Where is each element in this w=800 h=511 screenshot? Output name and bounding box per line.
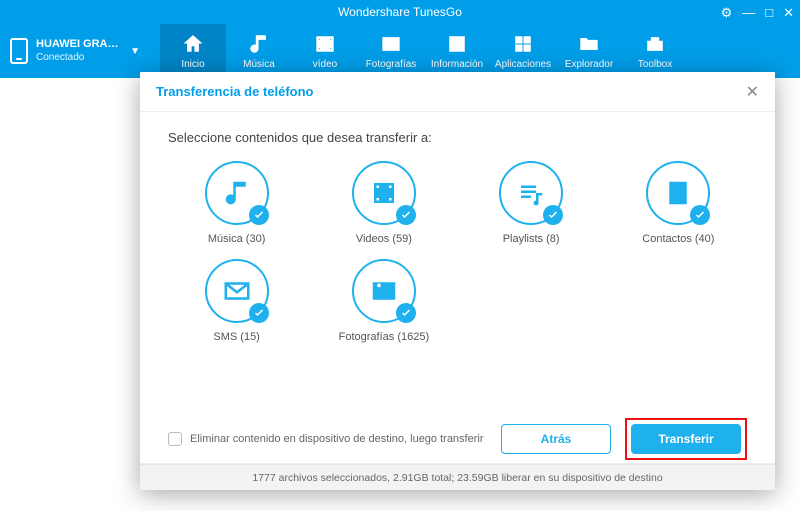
transfer-button[interactable]: Transferir: [631, 424, 741, 454]
dialog-close-icon[interactable]: ✕: [746, 82, 759, 102]
contacts-icon: [446, 33, 468, 55]
tab-label: Información: [431, 59, 483, 70]
tab-label: Aplicaciones: [495, 59, 551, 70]
tab-apps[interactable]: Aplicaciones: [490, 24, 556, 78]
toolbox-icon: [644, 33, 666, 55]
category-playlists[interactable]: Playlists (8): [463, 161, 600, 245]
checkmark-icon: [249, 303, 269, 323]
contacts-circle: [646, 161, 710, 225]
tab-label: Explorador: [565, 59, 613, 70]
category-label: Música (30): [208, 233, 265, 245]
category-sms[interactable]: SMS (15): [168, 259, 305, 343]
category-label: Fotografías (1625): [339, 331, 430, 343]
home-icon: [182, 33, 204, 55]
transfer-highlight: Transferir: [625, 418, 747, 460]
category-label: SMS (15): [213, 331, 259, 343]
dialog-status-bar: 1777 archivos seleccionados, 2.91GB tota…: [140, 464, 775, 490]
film-icon: [369, 178, 399, 208]
category-label: Contactos (40): [642, 233, 714, 245]
window-controls: ⚙ ― □ ✕: [721, 0, 794, 24]
top-bar: HUAWEI GRA-T... Conectado ▼ Inicio Músic…: [0, 24, 800, 78]
dialog-header: Transferencia de teléfono ✕: [140, 72, 775, 112]
video-icon: [314, 33, 336, 55]
tab-toolbox[interactable]: Toolbox: [622, 24, 688, 78]
dialog-title: Transferencia de teléfono: [156, 84, 314, 99]
music-circle: [205, 161, 269, 225]
chevron-down-icon: ▼: [130, 46, 140, 57]
envelope-icon: [222, 276, 252, 306]
folder-icon: [578, 33, 600, 55]
tab-label: Fotografías: [366, 59, 417, 70]
contact-book-icon: [663, 178, 693, 208]
dialog-footer: Eliminar contenido en dispositivo de des…: [140, 414, 775, 464]
minimize-icon[interactable]: ―: [742, 6, 755, 19]
tab-label: vídeo: [313, 59, 337, 70]
videos-circle: [352, 161, 416, 225]
checkbox-icon: [168, 432, 182, 446]
tab-label: Inicio: [181, 59, 204, 70]
tab-home[interactable]: Inicio: [160, 24, 226, 78]
close-icon[interactable]: ✕: [783, 6, 794, 19]
category-label: Playlists (8): [503, 233, 560, 245]
title-bar: Wondershare TunesGo ⚙ ― □ ✕: [0, 0, 800, 24]
back-button[interactable]: Atrás: [501, 424, 611, 454]
checkmark-icon: [396, 205, 416, 225]
category-label: Videos (59): [356, 233, 412, 245]
phone-transfer-dialog: Transferencia de teléfono ✕ Seleccione c…: [140, 72, 775, 490]
dialog-body: Seleccione contenidos que desea transfer…: [140, 112, 775, 414]
nav-tabs: Inicio Música vídeo Fotografías Informac…: [150, 24, 688, 78]
status-text: 1777 archivos seleccionados, 2.91GB tota…: [252, 472, 662, 484]
tab-photos[interactable]: Fotografías: [358, 24, 424, 78]
tab-label: Toolbox: [638, 59, 672, 70]
device-selector[interactable]: HUAWEI GRA-T... Conectado ▼: [0, 24, 150, 78]
music-icon: [248, 33, 270, 55]
category-grid: Música (30) Videos (59) Playlists (8): [168, 161, 747, 343]
dialog-instruction: Seleccione contenidos que desea transfer…: [168, 130, 747, 145]
photos-circle: [352, 259, 416, 323]
device-name: HUAWEI GRA-T...: [36, 38, 122, 51]
checkmark-icon: [543, 205, 563, 225]
device-status: Conectado: [36, 52, 122, 64]
apps-icon: [512, 33, 534, 55]
checkmark-icon: [690, 205, 710, 225]
tab-explorer[interactable]: Explorador: [556, 24, 622, 78]
tab-music[interactable]: Música: [226, 24, 292, 78]
phone-icon: [10, 38, 28, 64]
playlists-circle: [499, 161, 563, 225]
category-videos[interactable]: Videos (59): [315, 161, 452, 245]
maximize-icon[interactable]: □: [765, 6, 773, 19]
delete-first-checkbox[interactable]: Eliminar contenido en dispositivo de des…: [168, 432, 487, 446]
tab-video[interactable]: vídeo: [292, 24, 358, 78]
checkbox-label: Eliminar contenido en dispositivo de des…: [190, 433, 484, 445]
app-title: Wondershare TunesGo: [338, 5, 462, 19]
tab-label: Música: [243, 59, 275, 70]
tab-info[interactable]: Información: [424, 24, 490, 78]
image-icon: [369, 276, 399, 306]
checkmark-icon: [396, 303, 416, 323]
sms-circle: [205, 259, 269, 323]
photos-icon: [380, 33, 402, 55]
music-note-icon: [222, 178, 252, 208]
category-photos[interactable]: Fotografías (1625): [315, 259, 452, 343]
playlist-icon: [516, 178, 546, 208]
category-music[interactable]: Música (30): [168, 161, 305, 245]
gear-icon[interactable]: ⚙: [721, 6, 733, 19]
category-contacts[interactable]: Contactos (40): [610, 161, 747, 245]
checkmark-icon: [249, 205, 269, 225]
